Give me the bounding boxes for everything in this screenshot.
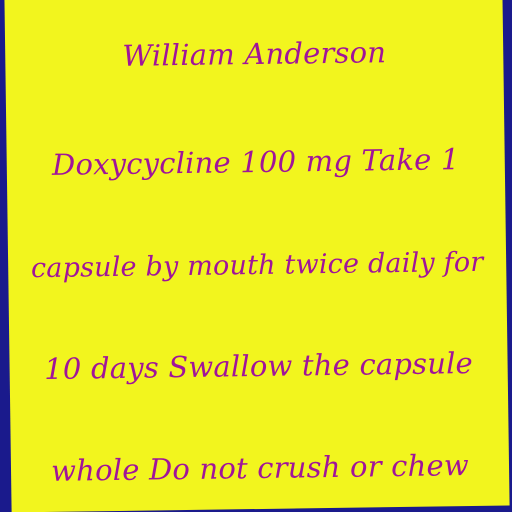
- patient-name: William Anderson: [122, 35, 387, 73]
- instruction-line-1: Doxycycline 100 mg Take 1: [51, 142, 460, 182]
- instruction-line-2: capsule by mouth twice daily for: [30, 246, 484, 285]
- instruction-line-4: whole Do not crush or chew: [50, 448, 470, 488]
- sticky-note: William Anderson Doxycycline 100 mg Take…: [4, 0, 510, 512]
- image-canvas: William Anderson Doxycycline 100 mg Take…: [0, 0, 512, 512]
- instruction-line-3: 10 days Swallow the capsule: [44, 345, 474, 386]
